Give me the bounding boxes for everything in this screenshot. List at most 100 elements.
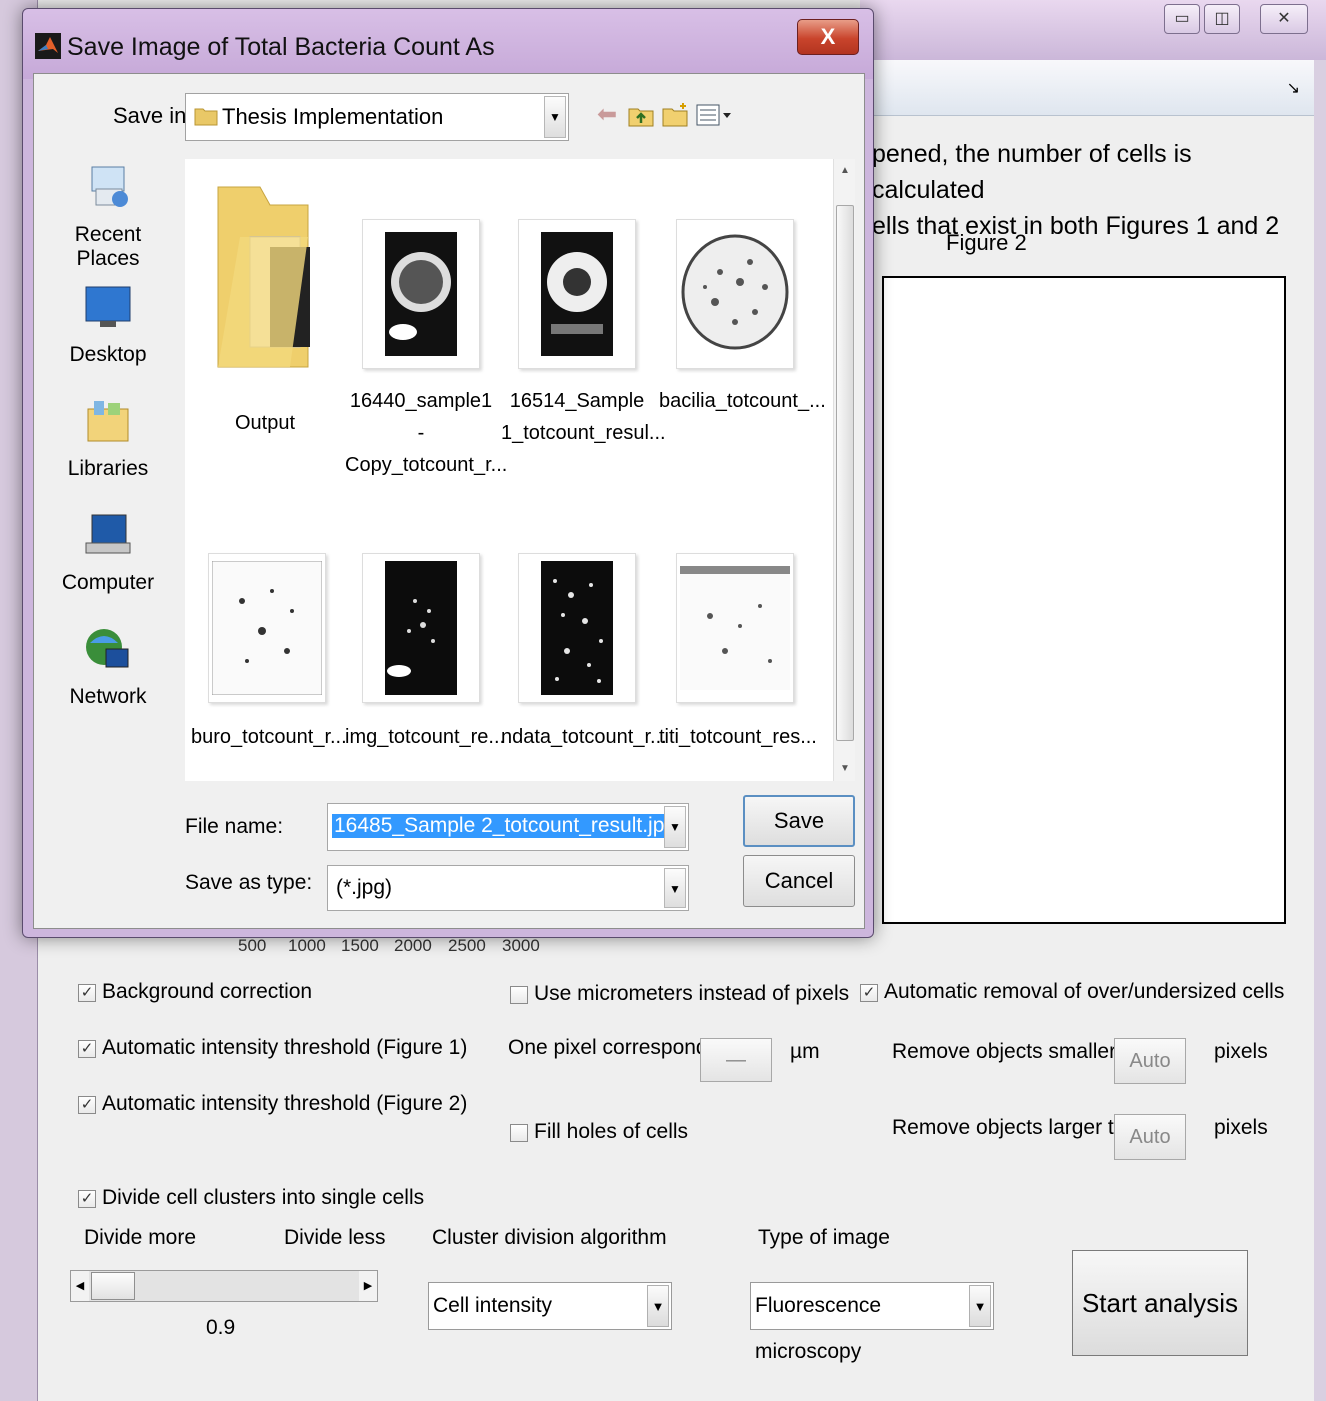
folder-icon	[194, 108, 218, 126]
scroll-down-icon[interactable]: ▼	[834, 759, 856, 779]
file-list: Output 16440_sample1 - Copy_totcount_r..…	[185, 159, 833, 781]
chevron-down-icon[interactable]: ▼	[664, 806, 686, 848]
save-in-label: Save in:	[113, 103, 193, 128]
chevron-down-icon[interactable]: ▼	[647, 1285, 669, 1327]
desktop-icon	[85, 286, 131, 327]
axis-tick: 3000	[502, 936, 540, 955]
image-type-label: Type of image	[758, 1226, 890, 1249]
file-item[interactable]: 16440_sample1 - Copy_totcount_r...	[345, 219, 508, 481]
toolbar-area: ↘	[860, 60, 1314, 116]
main-close-button[interactable]: ✕	[1260, 4, 1308, 34]
auto-threshold-2-label: Automatic intensity threshold (Figure 2)	[102, 1092, 468, 1115]
save-in-value: Thesis Implementation	[222, 104, 444, 129]
fill-holes-label: Fill holes of cells	[534, 1120, 689, 1143]
background-correction-checkbox[interactable]: ✓	[78, 984, 96, 1002]
file-list-scrollbar[interactable]: ▲ ▼	[833, 159, 855, 781]
image-thumbnail	[518, 219, 636, 369]
place-network[interactable]: Network	[43, 623, 173, 709]
divide-less-label: Divide less	[284, 1226, 386, 1249]
divide-clusters-checkbox[interactable]: ✓	[78, 1190, 96, 1208]
place-label: Computer	[61, 571, 155, 594]
file-item[interactable]: 16514_Sample 1_totcount_resul...	[501, 219, 666, 449]
folder-icon	[217, 186, 310, 368]
divide-more-label: Divide more	[84, 1226, 197, 1249]
file-name-label: File name:	[185, 815, 284, 838]
remove-larger-field[interactable]: Auto	[1114, 1114, 1186, 1160]
recent-places-icon	[91, 166, 128, 207]
file-item[interactable]: titi_totcount_res...	[659, 553, 817, 753]
restore-button[interactable]: ◫	[1204, 4, 1240, 34]
axis-tick: 2000	[394, 936, 432, 955]
file-name: bacilia_totcount_...	[659, 390, 826, 412]
libraries-icon	[87, 401, 129, 442]
file-name: Output	[234, 412, 296, 434]
remove-larger-unit: pixels	[1214, 1116, 1268, 1139]
micrometer-unit-label: µm	[790, 1040, 820, 1063]
slider-right-arrow[interactable]: ▶	[359, 1271, 377, 1301]
save-dialog: Save Image of Total Bacteria Count As X …	[22, 8, 874, 938]
divide-slider[interactable]: ◀ ▶	[70, 1270, 378, 1302]
place-label: Recent Places	[74, 223, 142, 270]
place-computer[interactable]: Computer	[43, 509, 173, 595]
save-type-select[interactable]: (*.jpg) ▼	[327, 865, 689, 911]
auto-removal-checkbox[interactable]: ✓	[860, 984, 878, 1002]
network-icon	[86, 629, 129, 668]
slider-value: 0.9	[206, 1316, 236, 1339]
slider-left-arrow[interactable]: ◀	[71, 1271, 89, 1301]
file-item[interactable]: Output	[189, 177, 341, 439]
cluster-algorithm-value: Cell intensity	[433, 1294, 553, 1317]
start-analysis-button[interactable]: Start analysis	[1072, 1250, 1248, 1356]
auto-threshold-1-label: Automatic intensity threshold (Figure 1)	[102, 1036, 468, 1059]
minimize-button[interactable]: ▭	[1164, 4, 1200, 34]
dialog-close-button[interactable]: X	[797, 19, 859, 55]
file-name: ndata_totcount_r...	[501, 726, 667, 748]
remove-smaller-field[interactable]: Auto	[1114, 1038, 1186, 1084]
figure2-axes	[882, 276, 1286, 924]
image-thumbnail	[518, 553, 636, 703]
chevron-down-icon[interactable]: ▼	[969, 1285, 991, 1327]
file-item[interactable]: ndata_totcount_r...	[501, 553, 667, 753]
file-item[interactable]: bacilia_totcount_...	[659, 219, 826, 417]
divide-clusters-label: Divide cell clusters into single cells	[102, 1186, 425, 1209]
file-name-value: 16485_Sample 2_totcount_result.jpg	[332, 814, 679, 838]
window-frame-right	[1314, 60, 1326, 1401]
place-recent[interactable]: Recent Places	[43, 161, 173, 271]
fill-holes-checkbox[interactable]	[510, 1124, 528, 1142]
back-icon[interactable]: ⬅	[593, 101, 621, 129]
file-name-input[interactable]: 16485_Sample 2_totcount_result.jpg ▼	[327, 803, 689, 851]
image-type-select[interactable]: Fluorescence microscopy ▼	[750, 1282, 994, 1363]
file-name: 16440_sample1 - Copy_totcount_r...	[345, 390, 508, 476]
chevron-down-icon[interactable]: ▼	[544, 96, 566, 138]
image-thumbnail	[208, 553, 326, 703]
figure2-title: Figure 2	[946, 230, 1027, 255]
save-button[interactable]: Save	[743, 795, 855, 847]
auto-threshold-2-checkbox[interactable]: ✓	[78, 1096, 96, 1114]
use-micrometers-checkbox[interactable]	[510, 986, 528, 1004]
file-name: buro_totcount_r...	[191, 726, 347, 748]
auto-threshold-1-checkbox[interactable]: ✓	[78, 1040, 96, 1058]
remove-smaller-unit: pixels	[1214, 1040, 1268, 1063]
new-folder-icon[interactable]	[661, 101, 689, 129]
dock-icon[interactable]: ↘	[1287, 78, 1300, 98]
up-folder-icon[interactable]	[627, 101, 655, 129]
view-menu-icon[interactable]	[695, 101, 735, 129]
place-libraries[interactable]: Libraries	[43, 395, 173, 481]
file-item[interactable]: img_totcount_re...	[345, 553, 505, 753]
save-in-select[interactable]: Thesis Implementation ▼	[185, 93, 569, 141]
chevron-down-icon[interactable]: ▼	[664, 868, 686, 908]
axis-tick: 1000	[288, 936, 326, 955]
place-desktop[interactable]: Desktop	[43, 281, 173, 367]
pixel-size-field[interactable]: —	[700, 1038, 772, 1082]
image-thumbnail	[676, 219, 794, 369]
slider-thumb[interactable]	[91, 1272, 135, 1300]
scrollbar-thumb[interactable]	[836, 205, 854, 741]
cluster-algorithm-select[interactable]: Cell intensity ▼	[428, 1282, 672, 1330]
remove-larger-label: Remove objects larger than	[892, 1116, 1149, 1139]
cancel-button[interactable]: Cancel	[743, 855, 855, 907]
axis-tick: 500	[238, 936, 267, 955]
file-item[interactable]: buro_totcount_r...	[191, 553, 347, 753]
scroll-up-icon[interactable]: ▲	[834, 161, 856, 181]
cluster-algorithm-label: Cluster division algorithm	[432, 1226, 667, 1249]
file-name: 16514_Sample 1_totcount_resul...	[501, 390, 666, 444]
use-micrometers-label: Use micrometers instead of pixels	[534, 982, 850, 1005]
